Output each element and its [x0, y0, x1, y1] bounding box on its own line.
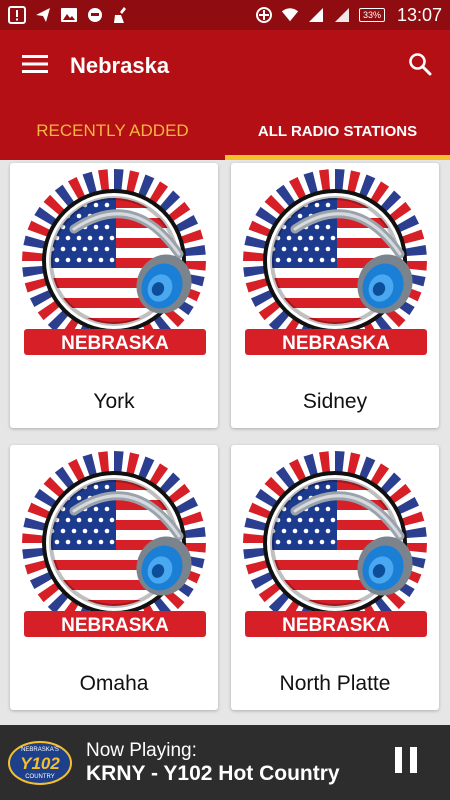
station-name: Omaha	[79, 672, 149, 695]
nebraska-radio-logo: NEBRASKA	[243, 169, 427, 355]
notification-icon	[8, 6, 26, 24]
now-playing-label: Now Playing:	[86, 739, 197, 761]
svg-text:NEBRASKA'S: NEBRASKA'S	[21, 747, 59, 753]
nebraska-radio-logo: NEBRASKA	[243, 451, 427, 637]
now-playing-station: KRNY - Y102 Hot Country	[86, 761, 340, 785]
search-icon	[408, 52, 432, 81]
station-card[interactable]: NEBRASKA Sidney	[231, 163, 439, 428]
image-icon	[60, 6, 78, 24]
status-bar: 33% 13:07	[0, 0, 450, 30]
station-card[interactable]: NEBRASKA Omaha	[10, 445, 218, 710]
pause-button[interactable]	[386, 738, 426, 788]
status-time: 13:07	[396, 4, 442, 25]
page-title: Nebraska	[70, 53, 170, 78]
cleaner-icon	[112, 6, 130, 24]
svg-text:NEBRASKA: NEBRASKA	[61, 333, 169, 354]
signal-2-icon	[333, 6, 351, 24]
now-playing-bar[interactable]: NEBRASKA'S Y102 COUNTRY Now Playing: KRN…	[0, 725, 450, 800]
send-icon	[34, 6, 52, 24]
battery-icon: 33%	[358, 8, 385, 22]
station-name: York	[93, 390, 135, 413]
station-logo: NEBRASKA'S Y102 COUNTRY	[6, 738, 74, 788]
station-card[interactable]: NEBRASKA North Platte	[231, 445, 439, 710]
pause-icon	[393, 745, 419, 780]
svg-text:NEBRASKA: NEBRASKA	[282, 615, 390, 636]
svg-text:Y102: Y102	[20, 754, 60, 773]
station-grid: NEBRASKA York NEBRASKA Sidney NEBRASKA O…	[0, 160, 450, 725]
wifi-icon	[281, 6, 299, 24]
robot-icon	[86, 6, 104, 24]
station-name: North Platte	[279, 672, 391, 695]
svg-text:NEBRASKA: NEBRASKA	[61, 615, 169, 636]
nebraska-radio-logo: NEBRASKA	[22, 451, 206, 637]
station-card[interactable]: NEBRASKA York	[10, 163, 218, 428]
menu-button[interactable]	[0, 30, 70, 102]
svg-text:COUNTRY: COUNTRY	[25, 774, 55, 780]
nebraska-radio-logo: NEBRASKA	[22, 169, 206, 355]
tab-recently-added[interactable]: RECENTLY ADDED	[0, 102, 225, 160]
sync-icon	[255, 6, 273, 24]
menu-icon	[22, 54, 48, 79]
signal-icon	[307, 6, 325, 24]
tab-bar: RECENTLY ADDED ALL RADIO STATIONS	[0, 102, 450, 160]
tab-all-radio-stations[interactable]: ALL RADIO STATIONS	[225, 102, 450, 160]
search-button[interactable]	[390, 30, 450, 102]
station-name: Sidney	[302, 390, 368, 413]
app-bar: Nebraska	[0, 30, 450, 102]
svg-text:NEBRASKA: NEBRASKA	[282, 333, 390, 354]
